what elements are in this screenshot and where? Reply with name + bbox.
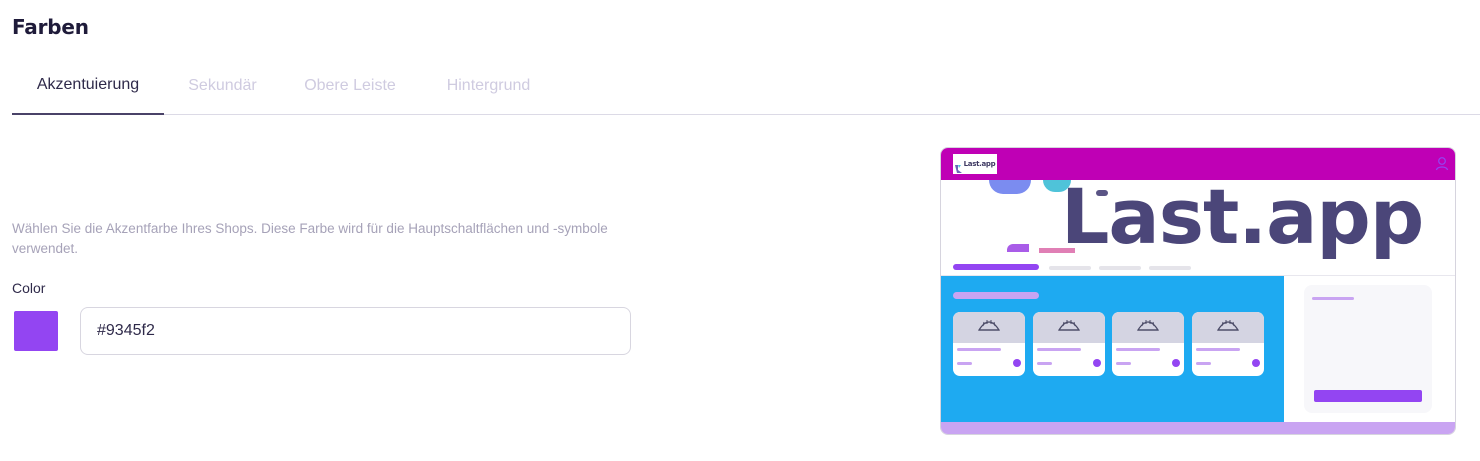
dumpling-icon bbox=[1216, 318, 1240, 337]
preview-product-name bbox=[1196, 348, 1240, 351]
color-swatch[interactable] bbox=[14, 311, 58, 351]
hero-shape bbox=[989, 180, 1031, 194]
preview-nav-item bbox=[1149, 266, 1191, 270]
preview-category-title bbox=[953, 292, 1039, 299]
preview-add-dot bbox=[1172, 359, 1180, 367]
preview-top-bar: Last.app bbox=[941, 148, 1455, 180]
shop-preview: Last.app Last.app bbox=[940, 147, 1456, 435]
preview-product-price bbox=[1196, 362, 1211, 365]
preview-nav-item-active bbox=[953, 264, 1039, 270]
preview-cart-sidebar bbox=[1284, 276, 1455, 422]
preview-product-area bbox=[941, 276, 1284, 422]
preview-product-image bbox=[1192, 312, 1264, 343]
preview-hero-text: Last.app bbox=[1061, 180, 1424, 261]
dumpling-icon bbox=[1136, 318, 1160, 337]
preview-cart bbox=[1304, 285, 1432, 413]
preview-add-dot bbox=[1252, 359, 1260, 367]
color-label: Color bbox=[12, 280, 46, 296]
preview-product-price bbox=[957, 362, 972, 365]
preview-product-price bbox=[1037, 362, 1052, 365]
last-app-logo-icon bbox=[954, 160, 962, 173]
preview-bottom-bar bbox=[941, 422, 1455, 434]
preview-nav-item bbox=[1049, 266, 1091, 270]
tab-akzentuierung[interactable]: Akzentuierung bbox=[12, 56, 164, 115]
page-title: Farben bbox=[12, 15, 89, 39]
hero-shape bbox=[1007, 244, 1029, 252]
preview-logo: Last.app bbox=[953, 154, 997, 174]
user-icon[interactable] bbox=[1435, 156, 1449, 171]
preview-product-name bbox=[1116, 348, 1160, 351]
preview-product-card bbox=[1192, 312, 1264, 376]
preview-product-card bbox=[1112, 312, 1184, 376]
preview-product-name bbox=[1037, 348, 1081, 351]
preview-product-price bbox=[1116, 362, 1131, 365]
preview-checkout-button bbox=[1314, 390, 1422, 402]
preview-cart-title bbox=[1312, 297, 1354, 300]
preview-logo-text: Last.app bbox=[963, 160, 996, 168]
preview-product-card bbox=[953, 312, 1025, 376]
preview-hero-banner: Last.app bbox=[941, 180, 1455, 276]
accent-description: Wählen Sie die Akzentfarbe Ihres Shops. … bbox=[12, 221, 608, 256]
preview-product-card bbox=[1033, 312, 1105, 376]
tab-hintergrund[interactable]: Hintergrund bbox=[419, 56, 558, 115]
preview-nav-item bbox=[1099, 266, 1141, 270]
preview-add-dot bbox=[1013, 359, 1021, 367]
preview-product-image bbox=[1112, 312, 1184, 343]
preview-add-dot bbox=[1093, 359, 1101, 367]
tab-sekundaer[interactable]: Sekundär bbox=[164, 56, 281, 115]
tab-obere-leiste[interactable]: Obere Leiste bbox=[281, 56, 419, 115]
tab-bar: Akzentuierung Sekundär Obere Leiste Hint… bbox=[12, 56, 1480, 115]
color-hex-input[interactable] bbox=[80, 307, 631, 355]
preview-product-image bbox=[953, 312, 1025, 343]
preview-product-image bbox=[1033, 312, 1105, 343]
dumpling-icon bbox=[1057, 318, 1081, 337]
preview-product-name bbox=[957, 348, 1001, 351]
dumpling-icon bbox=[977, 318, 1001, 337]
